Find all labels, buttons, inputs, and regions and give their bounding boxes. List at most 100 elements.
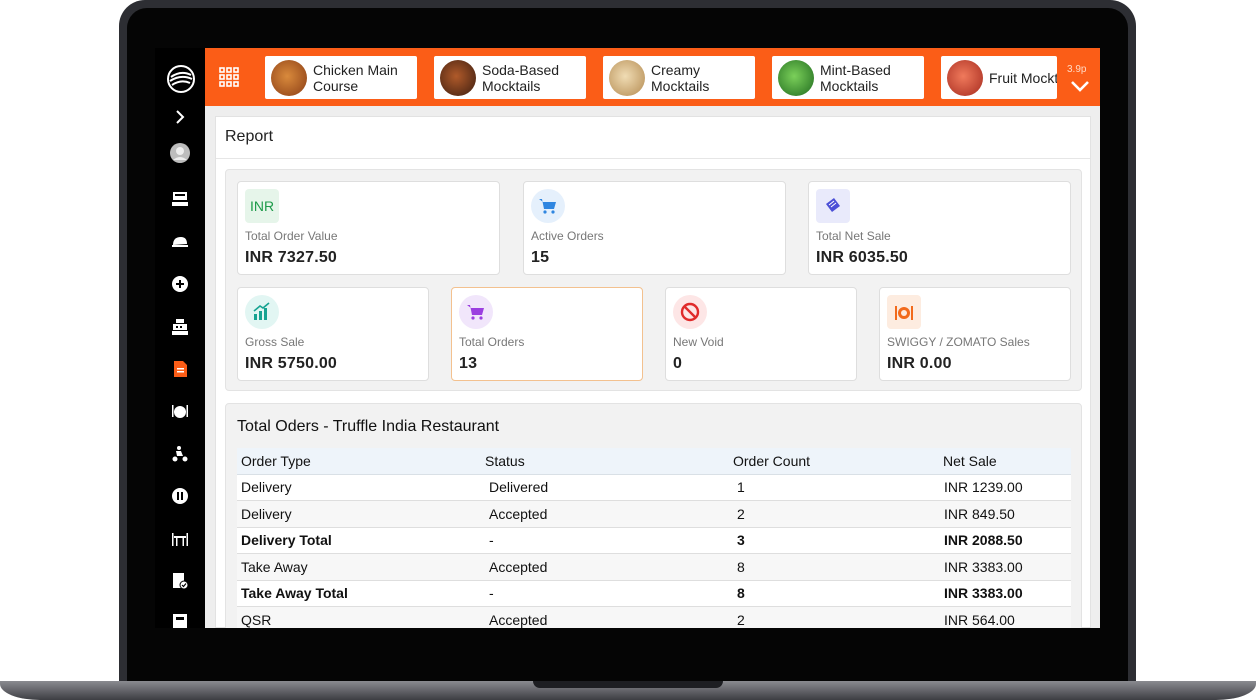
pause-icon[interactable]: [169, 485, 191, 507]
category-label: Creamy Mocktails: [651, 61, 710, 94]
cell-net-sale: INR 3383.00: [939, 553, 1071, 581]
inr-icon: INR: [245, 189, 279, 223]
table-row-total: Take Away Total - 8 INR 3383.00: [237, 580, 1071, 607]
category-thumbnail: [440, 59, 476, 96]
category-tile[interactable]: Mint-Based Mocktails: [772, 56, 924, 99]
cell-order-type: Delivery: [237, 500, 481, 528]
column-header: Net Sale: [939, 448, 1071, 475]
table-row-total: Delivery Total - 3 INR 2088.50: [237, 527, 1071, 554]
time-display: 3.9p: [1067, 64, 1087, 75]
category-label: Fruit Mocktails: [989, 69, 1057, 86]
cell-order-type: Take Away: [237, 553, 481, 581]
stat-value: INR 0.00: [887, 355, 952, 372]
stat-card-new-void: New Void 0: [665, 287, 857, 381]
category-tile[interactable]: Creamy Mocktails: [603, 56, 755, 99]
table-row: Take Away Accepted 8 INR 3383.00: [237, 553, 1071, 581]
stat-label: SWIGGY / ZOMATO Sales: [887, 335, 1030, 349]
cell-order-count: 2: [729, 606, 939, 628]
cell-status: -: [481, 527, 729, 554]
cell-order-type: QSR: [237, 606, 481, 628]
delivery-rider-icon[interactable]: [169, 443, 191, 465]
cell-net-sale: INR 3383.00: [939, 580, 1071, 607]
chart-up-icon: [245, 295, 279, 329]
divider: [216, 158, 1090, 159]
stat-label: Active Orders: [531, 229, 604, 243]
cloche-icon[interactable]: [169, 230, 191, 252]
category-thumbnail: [271, 59, 307, 96]
add-circle-icon[interactable]: [169, 273, 191, 295]
cell-status: Delivered: [481, 474, 729, 501]
category-tile[interactable]: Fruit Mocktails: [941, 56, 1057, 99]
cell-status: Accepted: [481, 500, 729, 528]
stat-label: New Void: [673, 335, 724, 349]
cell-net-sale: INR 2088.50: [939, 527, 1071, 554]
cell-order-type: Delivery: [237, 474, 481, 501]
cell-order-count: 2: [729, 500, 939, 528]
cell-net-sale: INR 564.00: [939, 606, 1071, 628]
stat-value: 15: [531, 249, 550, 266]
category-tile[interactable]: Soda-Based Mocktails: [434, 56, 586, 99]
cart-icon: [459, 295, 493, 329]
page-title: Report: [225, 128, 274, 145]
delivery-dish-icon: [887, 295, 921, 329]
laptop-notch: [533, 681, 723, 688]
category-thumbnail: [778, 59, 814, 96]
sidebar: [155, 48, 205, 628]
cell-order-count: 1: [729, 474, 939, 501]
pos-terminal-icon[interactable]: [169, 188, 191, 210]
stat-label: Total Orders: [459, 335, 525, 349]
table-row: QSR Accepted 2 INR 564.00: [237, 606, 1071, 628]
expand-chevron-icon[interactable]: [169, 106, 191, 128]
cell-order-type: Delivery Total: [237, 527, 481, 554]
stats-panel: INR Total Order Value INR 7327.50 Active…: [225, 169, 1082, 391]
avatar-icon[interactable]: [169, 142, 191, 164]
grid-menu-icon[interactable]: [219, 67, 239, 87]
stat-value: INR 7327.50: [245, 249, 338, 266]
stat-label: Total Order Value: [245, 229, 338, 243]
app-screen: Chicken Main Course Soda-Based Mocktails…: [155, 48, 1100, 628]
cell-status: Accepted: [481, 553, 729, 581]
stat-card-total-orders[interactable]: Total Orders 13: [451, 287, 643, 381]
orders-title: Total Oders - Truffle India Restaurant: [237, 418, 500, 435]
stat-card-total-order-value: INR Total Order Value INR 7327.50: [237, 181, 500, 275]
stat-card-gross-sale: Gross Sale INR 5750.00: [237, 287, 429, 381]
cash-register-icon[interactable]: [169, 316, 191, 338]
dining-plate-icon[interactable]: [169, 400, 191, 422]
ticket-icon: [816, 189, 850, 223]
category-thumbnail: [609, 59, 645, 96]
cell-order-count: 3: [729, 527, 939, 554]
column-header: Order Count: [729, 448, 939, 475]
cell-order-type: Take Away Total: [237, 580, 481, 607]
table-seating-icon[interactable]: [169, 528, 191, 550]
stat-card-total-net-sale: Total Net Sale INR 6035.50: [808, 181, 1071, 275]
category-tile[interactable]: Chicken Main Course: [265, 56, 417, 99]
report-panel: Report INR Total Order Value INR 7327.50…: [215, 116, 1091, 628]
stat-label: Gross Sale: [245, 335, 305, 349]
stat-value: INR 6035.50: [816, 249, 909, 266]
stat-card-swiggy-zomato: SWIGGY / ZOMATO Sales INR 0.00: [879, 287, 1071, 381]
category-label: Mint-Based Mocktails: [820, 61, 891, 94]
stat-value: 13: [459, 355, 478, 372]
column-header: Status: [481, 448, 729, 475]
store-icon[interactable]: [169, 610, 191, 628]
report-document-icon[interactable]: [169, 358, 191, 380]
stat-card-active-orders: Active Orders 15: [523, 181, 786, 275]
cell-order-count: 8: [729, 580, 939, 607]
stat-value: INR 5750.00: [245, 355, 338, 372]
cell-net-sale: INR 1239.00: [939, 474, 1071, 501]
cell-net-sale: INR 849.50: [939, 500, 1071, 528]
category-label: Soda-Based Mocktails: [482, 61, 560, 94]
table-row: Delivery Accepted 2 INR 849.50: [237, 500, 1071, 528]
cell-status: -: [481, 580, 729, 607]
cell-order-count: 8: [729, 553, 939, 581]
approved-document-icon[interactable]: [169, 570, 191, 592]
category-thumbnail: [947, 59, 983, 96]
cell-status: Accepted: [481, 606, 729, 628]
stat-value: 0: [673, 355, 683, 372]
column-header: Order Type: [237, 448, 481, 475]
orders-panel: Total Oders - Truffle India Restaurant O…: [225, 403, 1082, 628]
category-bar: Chicken Main Course Soda-Based Mocktails…: [205, 48, 1100, 106]
logo-icon: [166, 64, 196, 94]
void-icon: [673, 295, 707, 329]
chevron-down-icon[interactable]: [1070, 80, 1090, 94]
